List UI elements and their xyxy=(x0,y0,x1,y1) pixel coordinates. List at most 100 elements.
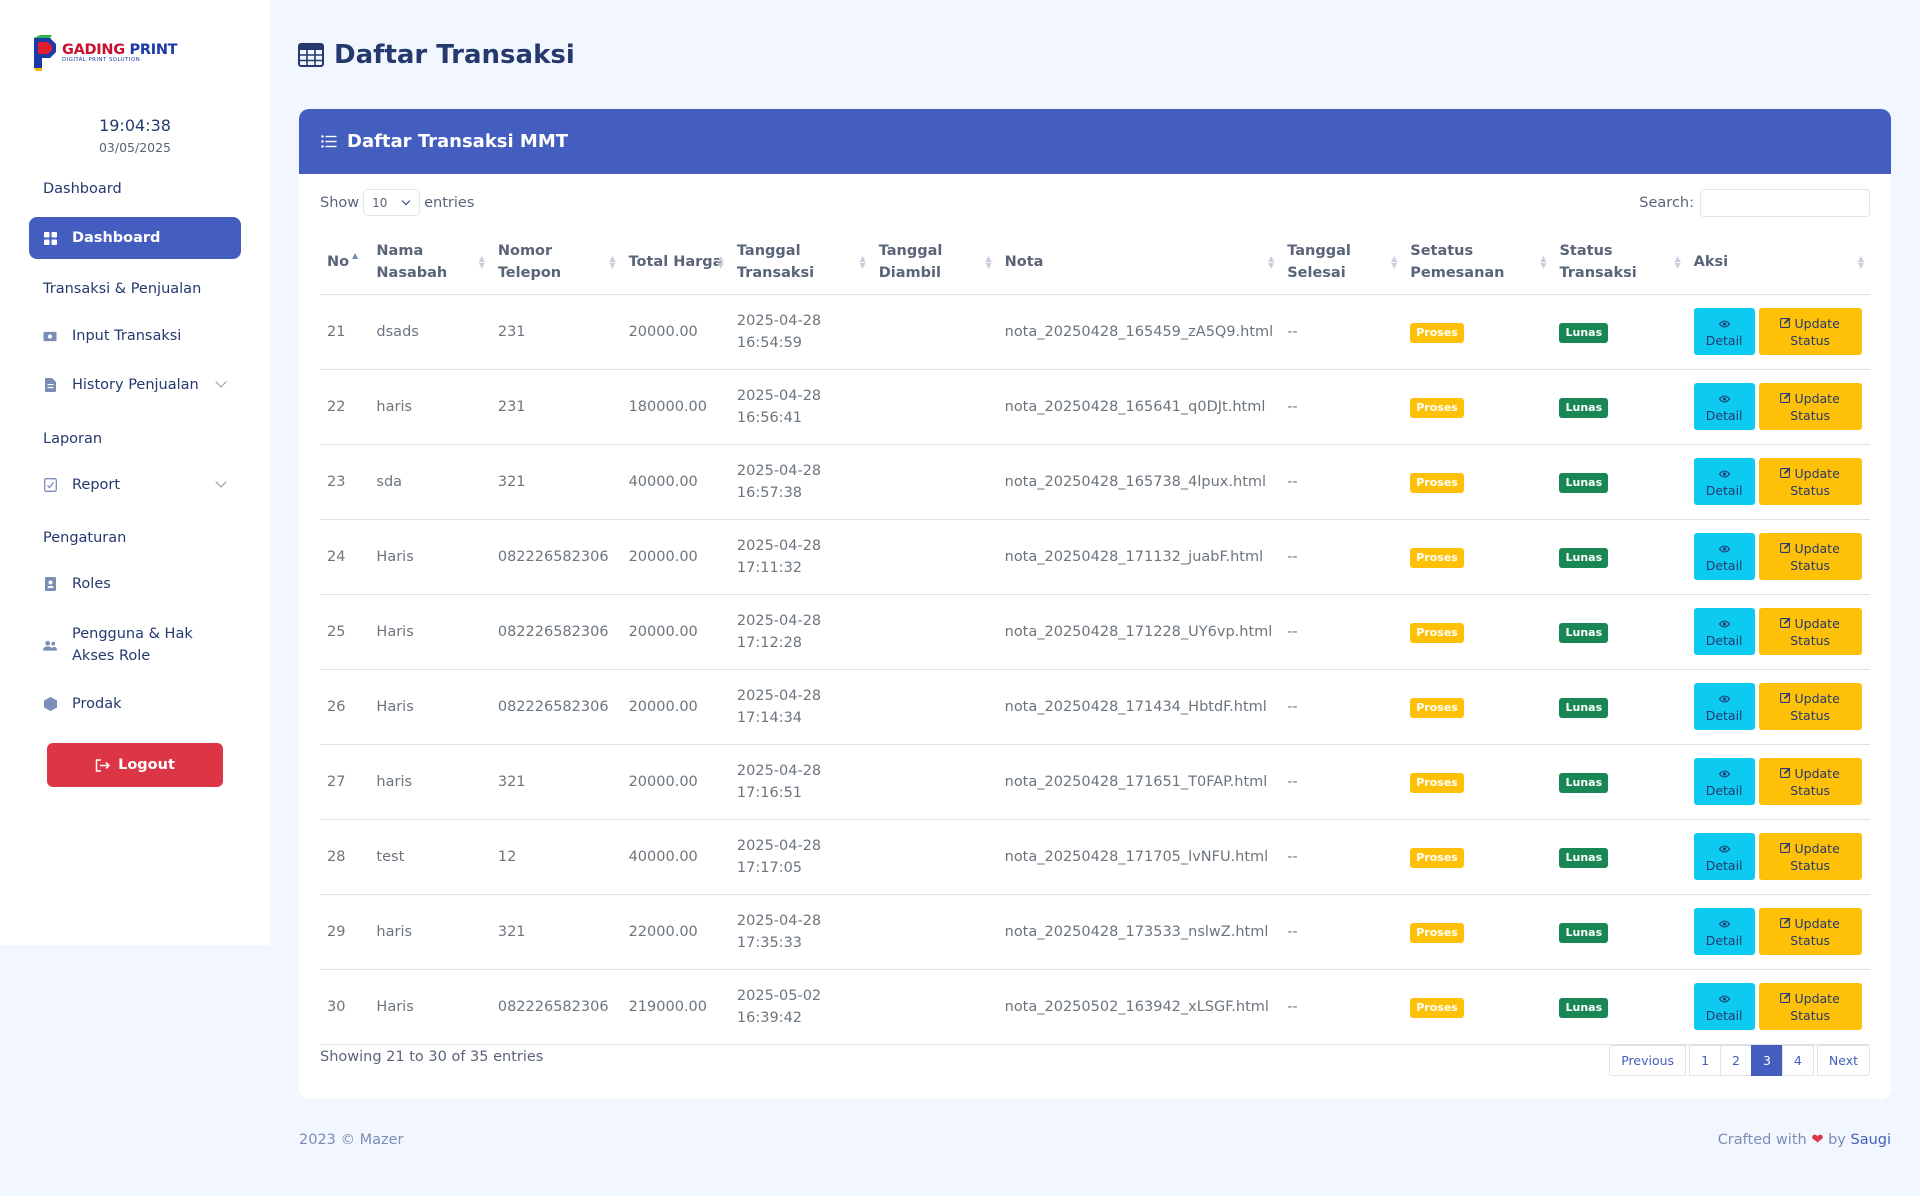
cell-telp: 082226582306 xyxy=(490,594,622,670)
status-label: Status xyxy=(1790,782,1831,798)
cell-time: 16:57:38 xyxy=(736,484,803,501)
pagination-page-4[interactable]: 4 xyxy=(1781,1045,1814,1076)
cell-tanggal-transaksi: 2025-04-28 17:16:51 xyxy=(729,744,872,820)
sidebar-item-report[interactable]: Report xyxy=(29,464,241,506)
cell-nama: haris xyxy=(369,894,491,970)
cell-telp: 12 xyxy=(490,819,622,895)
cell-tanggal-selesai: -- xyxy=(1280,744,1404,820)
pagination-previous[interactable]: Previous xyxy=(1609,1045,1687,1076)
column-header[interactable]: Setatus Pemesanan ▲ ▼ xyxy=(1403,230,1553,295)
update-status-button[interactable]: Update Status xyxy=(1758,533,1862,580)
update-status-button[interactable]: Update Status xyxy=(1758,683,1862,730)
pagination-page-2[interactable]: 2 xyxy=(1720,1045,1752,1076)
sidebar-item-pengguna[interactable]: Pengguna & Hak Akses Role xyxy=(29,617,241,673)
brand-logo[interactable]: GADING PRINT DIGITAL PRINT SOLUTION xyxy=(30,34,178,72)
cell-time: 17:17:05 xyxy=(736,859,803,876)
update-status-button[interactable]: Update Status xyxy=(1758,383,1862,430)
sort-icon: ▲ ▼ xyxy=(609,254,616,270)
status-badge: Proses xyxy=(1410,622,1464,643)
column-header-label: Total Harga xyxy=(628,253,723,270)
cell-nama: haris xyxy=(369,744,491,820)
cell-date: 2025-04-28 xyxy=(736,387,822,404)
update-status-button[interactable]: Update Status xyxy=(1758,983,1862,1030)
sidebar: GADING PRINT DIGITAL PRINT SOLUTION 19:0… xyxy=(0,0,270,945)
column-header[interactable]: No ▲ xyxy=(320,230,370,295)
clock: 19:04:38 03/05/2025 xyxy=(0,116,270,155)
table-row: 29 haris 321 22000.00 2025-04-28 17:35:33 nota… xyxy=(320,894,1870,970)
detail-button[interactable]: Detail xyxy=(1693,983,1755,1030)
detail-button[interactable]: Detail xyxy=(1693,608,1755,655)
column-header[interactable]: Nota ▲ ▼ xyxy=(997,230,1281,295)
column-header[interactable]: Status Transaksi ▲ ▼ xyxy=(1552,230,1687,295)
column-header-label: Nota xyxy=(1004,253,1044,270)
sidebar-item-label: History Penjualan xyxy=(72,377,199,393)
detail-button[interactable]: Detail xyxy=(1693,833,1755,880)
cell-tanggal-selesai: -- xyxy=(1280,294,1404,370)
sidebar-item-label: Report xyxy=(72,477,121,493)
cell-status-transaksi: Lunas xyxy=(1552,369,1687,445)
update-status-button[interactable]: Update Status xyxy=(1758,308,1862,355)
chevron-down-icon xyxy=(215,476,227,488)
sidebar-item-prodak[interactable]: Prodak xyxy=(29,683,241,725)
status-badge: Proses xyxy=(1410,472,1464,493)
detail-button[interactable]: Detail xyxy=(1693,758,1755,805)
column-header[interactable]: Nomor Telepon ▲ ▼ xyxy=(490,230,622,295)
edit-icon xyxy=(1780,540,1791,557)
sidebar-item-roles[interactable]: Roles xyxy=(29,563,241,605)
status-label: Status xyxy=(1790,407,1831,423)
sidebar-item-history-penjualan[interactable]: History Penjualan xyxy=(29,364,241,406)
cell-nota: nota_20250428_171651_T0FAP.html xyxy=(997,744,1281,820)
status-badge: Lunas xyxy=(1559,997,1609,1018)
search-input[interactable] xyxy=(1700,189,1870,217)
table-header-row: No ▲ Nama Nasabah ▲ ▼ Nomor Telepon ▲ ▼ Total Ha… xyxy=(320,230,1870,295)
cell-no: 26 xyxy=(320,669,370,745)
cell-tanggal-diambil xyxy=(871,894,998,970)
cell-no: 21 xyxy=(320,294,370,370)
detail-label: Detail xyxy=(1705,707,1743,723)
column-header[interactable]: Total Harga ▲ ▼ xyxy=(621,230,730,295)
card-title: Daftar Transaksi MMT xyxy=(347,131,569,152)
cell-date: 2025-04-28 xyxy=(736,312,822,329)
cell-time: 17:16:51 xyxy=(736,784,803,801)
eye-icon xyxy=(1718,540,1730,557)
sidebar-item-dashboard[interactable]: Dashboard xyxy=(29,217,241,259)
update-status-button[interactable]: Update Status xyxy=(1758,833,1862,880)
detail-button[interactable]: Detail xyxy=(1693,308,1755,355)
detail-button[interactable]: Detail xyxy=(1693,533,1755,580)
column-header[interactable]: Tanggal Transaksi ▲ ▼ xyxy=(729,230,872,295)
eye-icon xyxy=(1718,315,1730,332)
cell-tanggal-transaksi: 2025-05-02 16:39:42 xyxy=(729,969,872,1045)
column-header[interactable]: Nama Nasabah ▲ ▼ xyxy=(369,230,491,295)
status-badge: Proses xyxy=(1410,997,1464,1018)
update-status-button[interactable]: Update Status xyxy=(1758,908,1862,955)
update-status-button[interactable]: Update Status xyxy=(1758,458,1862,505)
cell-nota: nota_20250428_171132_juabF.html xyxy=(997,519,1281,595)
cell-aksi: Detail Update Status xyxy=(1686,969,1870,1045)
footer-author-link[interactable]: Saugi xyxy=(1850,1132,1891,1148)
pagination-next[interactable]: Next xyxy=(1816,1045,1870,1076)
pagination-page-3[interactable]: 3 xyxy=(1750,1045,1783,1076)
cell-total: 20000.00 xyxy=(621,744,730,820)
table-row: 27 haris 321 20000.00 2025-04-28 17:16:51 nota… xyxy=(320,744,1870,820)
column-header[interactable]: Aksi ▲ ▼ xyxy=(1686,230,1870,295)
status-badge: Lunas xyxy=(1559,847,1609,868)
cell-tanggal-selesai: -- xyxy=(1280,894,1404,970)
sidebar-item-input-transaksi[interactable]: Input Transaksi xyxy=(29,315,241,357)
detail-button[interactable]: Detail xyxy=(1693,683,1755,730)
sort-icon: ▲ ▼ xyxy=(1674,254,1681,270)
detail-label: Detail xyxy=(1705,557,1743,573)
logout-button[interactable]: Logout xyxy=(47,743,223,787)
detail-button[interactable]: Detail xyxy=(1693,458,1755,505)
sidebar-section-pengaturan: Pengaturan xyxy=(43,530,127,546)
sort-icon: ▲ xyxy=(352,251,359,260)
detail-button[interactable]: Detail xyxy=(1693,383,1755,430)
update-status-button[interactable]: Update Status xyxy=(1758,608,1862,655)
entries-select[interactable]: 10 xyxy=(363,189,421,216)
column-header[interactable]: Tanggal Diambil ▲ ▼ xyxy=(871,230,998,295)
cell-total: 20000.00 xyxy=(621,519,730,595)
pagination-page-1[interactable]: 1 xyxy=(1689,1045,1722,1076)
column-header[interactable]: Tanggal Selesai ▲ ▼ xyxy=(1280,230,1404,295)
clock-time: 19:04:38 xyxy=(99,116,171,135)
detail-button[interactable]: Detail xyxy=(1693,908,1755,955)
update-status-button[interactable]: Update Status xyxy=(1758,758,1862,805)
